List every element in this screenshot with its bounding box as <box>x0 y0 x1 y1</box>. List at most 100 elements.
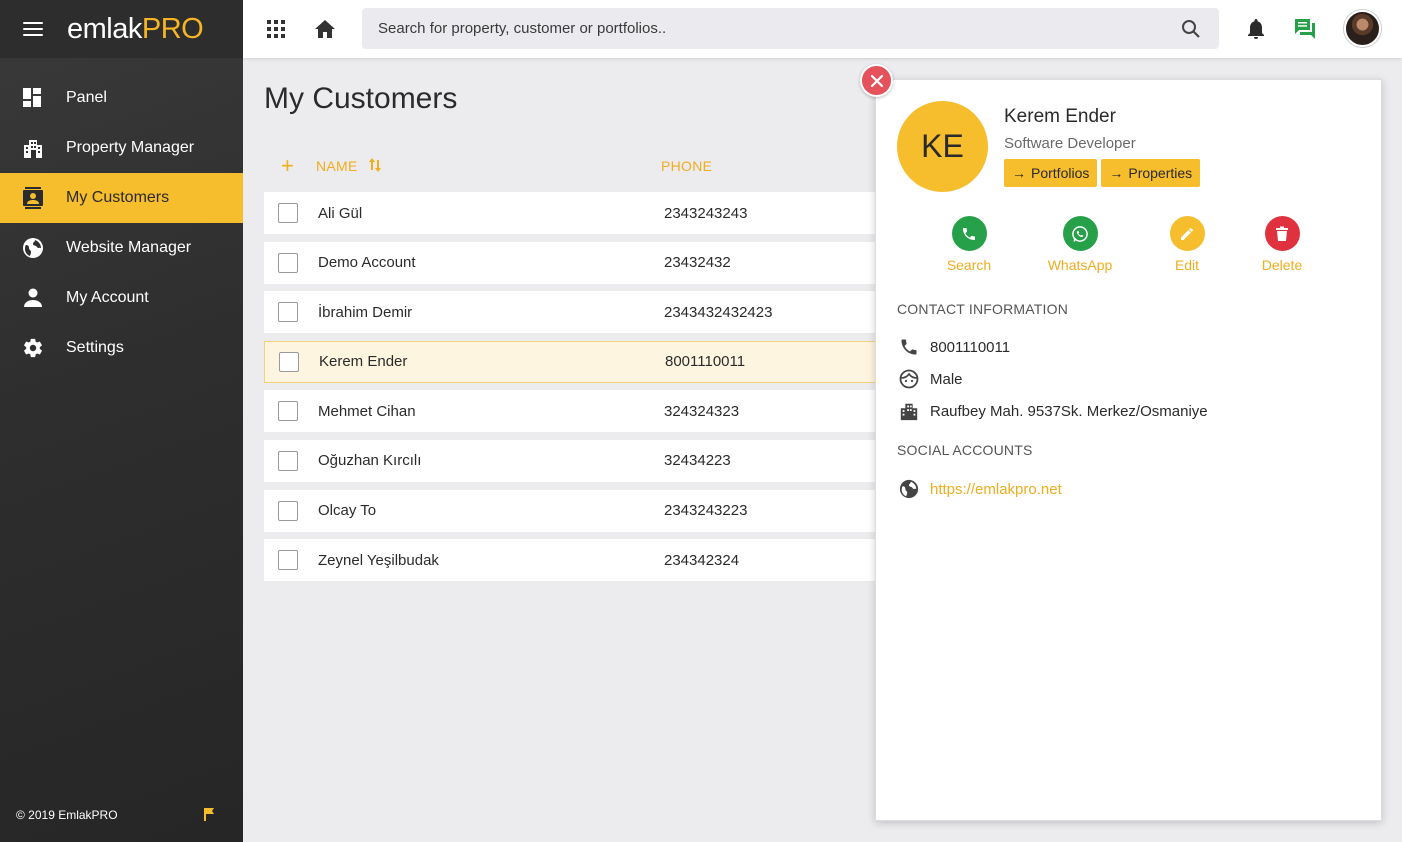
trash-icon <box>1264 216 1300 251</box>
top-bar <box>243 0 1402 58</box>
globe-icon <box>22 237 44 259</box>
search-icon[interactable] <box>1179 17 1203 41</box>
apps-grid-icon[interactable] <box>264 17 288 41</box>
chat-icon[interactable] <box>1293 17 1317 41</box>
sidebar-header: emlakPRO <box>0 0 243 58</box>
sidebar-item-label: Website Manager <box>66 239 192 256</box>
contact-information-heading: CONTACT INFORMATION <box>897 301 1069 317</box>
customer-phone: 2343432432423 <box>664 303 773 321</box>
properties-button[interactable]: → Properties <box>1101 159 1201 187</box>
sort-icon[interactable] <box>368 157 382 176</box>
contacts-icon <box>22 187 44 209</box>
customer-name: Olcay To <box>318 502 377 520</box>
gear-icon <box>22 337 44 359</box>
customer-phone: 2343243223 <box>664 502 748 520</box>
logo-accent: PRO <box>141 12 204 45</box>
sidebar-item-label: My Account <box>66 289 149 306</box>
row-checkbox[interactable] <box>278 450 298 471</box>
home-icon[interactable] <box>313 17 337 41</box>
search-bar <box>362 8 1219 49</box>
whatsapp-button[interactable]: WhatsApp <box>1035 216 1125 273</box>
sidebar-item-my-customers[interactable]: My Customers <box>0 173 243 223</box>
row-checkbox[interactable] <box>279 351 299 372</box>
customer-phone: 234342324 <box>664 551 740 569</box>
sidebar-footer: © 2019 EmlakPRO <box>0 788 243 842</box>
customer-name: Mehmet Cihan <box>318 402 416 420</box>
customer-name: Kerem Ender <box>319 353 408 371</box>
sidebar: emlakPRO Panel Property Manager My Custo… <box>0 0 243 842</box>
sidebar-item-panel[interactable]: Panel <box>0 73 243 123</box>
flag-icon[interactable] <box>203 807 217 824</box>
sidebar-item-my-account[interactable]: My Account <box>0 273 243 323</box>
building-icon <box>897 399 921 423</box>
customer-initials-avatar: KE <box>897 101 988 192</box>
table-row[interactable]: Olcay To 2343243223 <box>264 489 904 532</box>
copyright-text: © 2019 EmlakPRO <box>16 808 118 822</box>
customer-name: Zeynel Yeşilbudak <box>318 551 439 569</box>
table-row-selected[interactable]: Kerem Ender 8001110011 <box>264 340 904 383</box>
row-checkbox[interactable] <box>278 401 298 422</box>
delete-label: Delete <box>1261 257 1303 273</box>
building-icon <box>22 137 44 159</box>
delete-button[interactable]: Delete <box>1237 216 1327 273</box>
table-row[interactable]: Demo Account 23432432 <box>264 241 904 284</box>
user-avatar[interactable] <box>1344 10 1381 47</box>
sidebar-item-label: My Customers <box>66 189 170 206</box>
add-customer-button[interactable]: + <box>281 153 294 179</box>
customer-link-buttons: → Portfolios → Properties <box>1004 159 1201 187</box>
row-checkbox[interactable] <box>278 252 298 273</box>
dashboard-icon <box>22 87 44 109</box>
logo-main: emlak <box>67 12 142 45</box>
phone-icon <box>897 335 921 359</box>
customer-phone: 324324323 <box>664 402 740 420</box>
portfolios-button[interactable]: → Portfolios <box>1004 159 1098 187</box>
row-checkbox[interactable] <box>278 302 298 323</box>
close-panel-button[interactable] <box>860 64 893 97</box>
sidebar-item-website-manager[interactable]: Website Manager <box>0 223 243 273</box>
customer-detail-panel: KE Kerem Ender Software Developer → Port… <box>875 79 1382 821</box>
page-title: My Customers <box>264 82 458 115</box>
column-header-name[interactable]: NAME <box>316 158 358 174</box>
table-row[interactable]: Zeynel Yeşilbudak 234342324 <box>264 539 904 582</box>
edit-button[interactable]: Edit <box>1142 216 1232 273</box>
website-link[interactable]: https://emlakpro.net <box>930 481 1062 498</box>
customer-name: Ali Gül <box>318 204 363 222</box>
face-icon <box>897 367 921 391</box>
bell-icon[interactable] <box>1244 17 1268 41</box>
customer-name: İbrahim Demir <box>318 303 413 321</box>
customer-name: Oğuzhan Kırcılı <box>318 452 422 470</box>
call-button[interactable]: Search <box>924 216 1014 273</box>
globe-icon <box>897 477 921 501</box>
row-checkbox[interactable] <box>278 500 298 521</box>
table-header: + NAME PHONE <box>264 150 904 182</box>
sidebar-item-property-manager[interactable]: Property Manager <box>0 123 243 173</box>
row-checkbox[interactable] <box>278 550 298 571</box>
table-row[interactable]: Oğuzhan Kırcılı 32434223 <box>264 439 904 482</box>
customer-phone: 32434223 <box>664 452 731 470</box>
sidebar-menu: Panel Property Manager My Customers Webs… <box>0 73 243 373</box>
table-row[interactable]: İbrahim Demir 2343432432423 <box>264 291 904 334</box>
search-input[interactable] <box>378 20 1179 37</box>
sidebar-item-settings[interactable]: Settings <box>0 323 243 373</box>
hamburger-menu-icon[interactable] <box>23 22 43 36</box>
table-row[interactable]: Ali Gül 2343243243 <box>264 192 904 234</box>
whatsapp-label: WhatsApp <box>1047 257 1113 273</box>
pencil-icon <box>1169 216 1205 251</box>
table-row[interactable]: Mehmet Cihan 324324323 <box>264 390 904 433</box>
phone-icon <box>951 216 987 251</box>
person-icon <box>22 287 44 309</box>
social-accounts-heading: SOCIAL ACCOUNTS <box>897 442 1033 458</box>
whatsapp-icon <box>1062 216 1098 251</box>
customer-phone: 2343243243 <box>664 204 748 222</box>
column-header-phone[interactable]: PHONE <box>661 158 712 174</box>
contact-phone: 8001110011 <box>930 338 1011 356</box>
row-checkbox[interactable] <box>278 203 298 223</box>
contact-phone-row: 8001110011 <box>897 335 1010 359</box>
contact-address-row: Raufbey Mah. 9537Sk. Merkez/Osmaniye <box>897 399 1208 423</box>
arrow-right-icon: → <box>1012 165 1026 181</box>
portfolios-label: Portfolios <box>1031 165 1090 181</box>
social-website-row: https://emlakpro.net <box>897 477 1062 501</box>
customer-phone: 8001110011 <box>665 353 746 371</box>
app-logo[interactable]: emlakPRO <box>67 12 204 46</box>
arrow-right-icon: → <box>1109 165 1124 181</box>
